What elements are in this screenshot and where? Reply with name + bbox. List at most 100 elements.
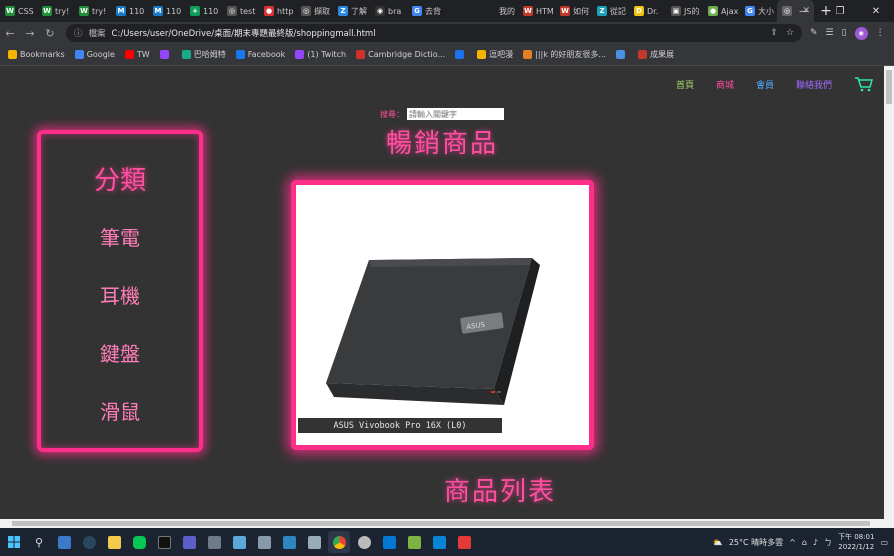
reload-icon[interactable]: ↻ (40, 23, 60, 43)
app-icon-5[interactable] (353, 531, 375, 553)
vertical-scroll-thumb[interactable] (886, 70, 892, 104)
windows-start-icon[interactable] (3, 531, 25, 553)
reading-list-icon[interactable]: ☰ (826, 28, 834, 38)
extensions-icon[interactable]: ✎ (810, 28, 818, 38)
browser-tab[interactable]: Wtry! (74, 0, 111, 22)
app-icon-4[interactable] (303, 531, 325, 553)
terminal-icon[interactable] (153, 531, 175, 553)
horizontal-scroll-thumb[interactable] (12, 521, 870, 526)
browser-tab[interactable]: W CSS (0, 0, 37, 22)
clock[interactable]: 下午 08:01 2022/1/12 (838, 532, 874, 552)
cambridge-icon (356, 50, 366, 59)
tray-arrow-icon[interactable]: ^ (789, 538, 796, 547)
horizontal-scrollbar[interactable] (0, 519, 894, 528)
browser-tab[interactable]: 我的 (481, 0, 518, 22)
record-icon (638, 50, 648, 59)
bookmark-item[interactable] (159, 50, 172, 59)
weather-text[interactable]: 25°C 晴時多雲 (729, 537, 783, 548)
bookmark-item[interactable]: 巴哈姆特 (181, 49, 226, 60)
search-box: 搜尋： (380, 108, 504, 120)
category-title: 分類 (93, 166, 146, 196)
vertical-scrollbar[interactable] (884, 66, 894, 519)
menu-icon[interactable]: ⋮ (876, 28, 885, 38)
bookmark-item[interactable]: 逗吧漫 (477, 49, 513, 60)
bookmark-item[interactable]: 成果展 (638, 49, 674, 60)
ime-indicator[interactable]: ㄅ (824, 537, 832, 548)
app-icon-3[interactable] (278, 531, 300, 553)
steam-icon[interactable] (78, 531, 100, 553)
chrome-icon[interactable] (328, 531, 350, 553)
nav-home[interactable]: 首頁 (676, 78, 694, 91)
notification-icon[interactable]: ▭ (880, 538, 888, 547)
restore-button[interactable]: ❐ (822, 0, 858, 22)
category-keyboard[interactable]: 鍵盤 (41, 338, 199, 367)
share-icon[interactable]: ⇪ (770, 28, 778, 38)
featured-product-card[interactable]: ASUS ASUS Vivobook Pro 16X (L0) (291, 180, 594, 450)
info-icon[interactable]: ⓘ (74, 27, 83, 39)
back-icon[interactable]: ← (0, 23, 20, 43)
address-url[interactable]: C:/Users/user/OneDrive/桌面/期末專題最終版/shoppi… (112, 27, 376, 39)
bookmark-label: 巴哈姆特 (193, 50, 226, 59)
camera-icon[interactable] (253, 531, 275, 553)
bookmark-item[interactable]: Cambridge Dictio... (356, 50, 445, 59)
browser-tab[interactable]: ◎ 擷取 (296, 0, 333, 22)
browser-tab[interactable]: M 110 (148, 0, 185, 22)
browser-tab[interactable]: Wtry! (37, 0, 74, 22)
browser-tab[interactable]: Z 了解 (333, 0, 370, 22)
line-icon[interactable] (128, 531, 150, 553)
app-icon-1[interactable] (53, 531, 75, 553)
bookmark-item[interactable] (455, 50, 467, 59)
bookmark-star-icon[interactable]: ☆ (786, 28, 794, 38)
volume-icon[interactable]: ♪ (813, 538, 818, 547)
browser-tab[interactable]: G 大小 (740, 0, 777, 22)
address-bar[interactable]: ⓘ 檔案 C:/Users/user/OneDrive/桌面/期末專題最終版/s… (66, 24, 802, 42)
browser-tab[interactable]: Z 從記 (592, 0, 629, 22)
app-icon-6[interactable] (453, 531, 475, 553)
nav-contact[interactable]: 聯絡我們 (796, 78, 832, 91)
category-laptop[interactable]: 筆電 (41, 222, 199, 251)
browser-tab[interactable]: D Dr. (629, 0, 666, 22)
browser-tab[interactable]: G 去背 (407, 0, 444, 22)
tab-label: bra (388, 6, 402, 16)
browser-tab[interactable] (444, 0, 481, 22)
product-list-title: 商品列表 (444, 477, 557, 507)
browser-tab[interactable]: W HTM (518, 0, 555, 22)
browser-tab[interactable]: +110 (185, 0, 222, 22)
forward-icon[interactable]: → (20, 23, 40, 43)
browser-tab[interactable]: ● Ajax (703, 0, 740, 22)
browser-tab[interactable]: ● http (259, 0, 296, 22)
app-icon-2[interactable] (228, 531, 250, 553)
bookmark-item[interactable] (616, 50, 628, 59)
browser-tab[interactable]: ▣ JS的 (666, 0, 703, 22)
bookmark-item[interactable]: (1) Twitch (295, 50, 346, 59)
calculator-icon[interactable] (203, 531, 225, 553)
search-input[interactable] (407, 108, 504, 120)
bookmark-item[interactable]: Bookmarks (8, 50, 65, 59)
bookmark-item[interactable]: |||k 的好朋友很多... (523, 49, 606, 60)
category-headphones[interactable]: 耳機 (41, 280, 199, 309)
browser-tab[interactable]: W 如何 (555, 0, 592, 22)
minimize-button[interactable]: — (786, 0, 822, 22)
network-icon[interactable]: ⌂ (802, 538, 807, 547)
teams-icon[interactable] (178, 531, 200, 553)
nav-mall[interactable]: 商城 (716, 78, 734, 91)
vscode-icon-2[interactable] (428, 531, 450, 553)
close-window-button[interactable]: ✕ (858, 0, 894, 22)
search-icon[interactable]: ⚲ (28, 531, 50, 553)
bookmark-item[interactable]: Facebook (235, 50, 285, 59)
cart-icon[interactable] (854, 76, 874, 92)
browser-tab[interactable]: ◉ bra (370, 0, 407, 22)
browser-tab[interactable]: ◎ test (222, 0, 259, 22)
bookmark-item[interactable]: Google (74, 50, 115, 59)
notepad-icon[interactable] (403, 531, 425, 553)
tab-label: try! (92, 6, 107, 16)
sidepanel-icon[interactable]: ▯ (842, 28, 847, 38)
bookmark-item[interactable]: TW (124, 50, 150, 59)
category-mouse[interactable]: 滑鼠 (41, 396, 199, 425)
profile-avatar[interactable]: ◉ (854, 26, 868, 40)
browser-tab[interactable]: M 110 (111, 0, 148, 22)
file-explorer-icon[interactable] (103, 531, 125, 553)
tab-favicon-icon: W (560, 6, 570, 16)
nav-member[interactable]: 會員 (756, 78, 774, 91)
vscode-icon[interactable] (378, 531, 400, 553)
